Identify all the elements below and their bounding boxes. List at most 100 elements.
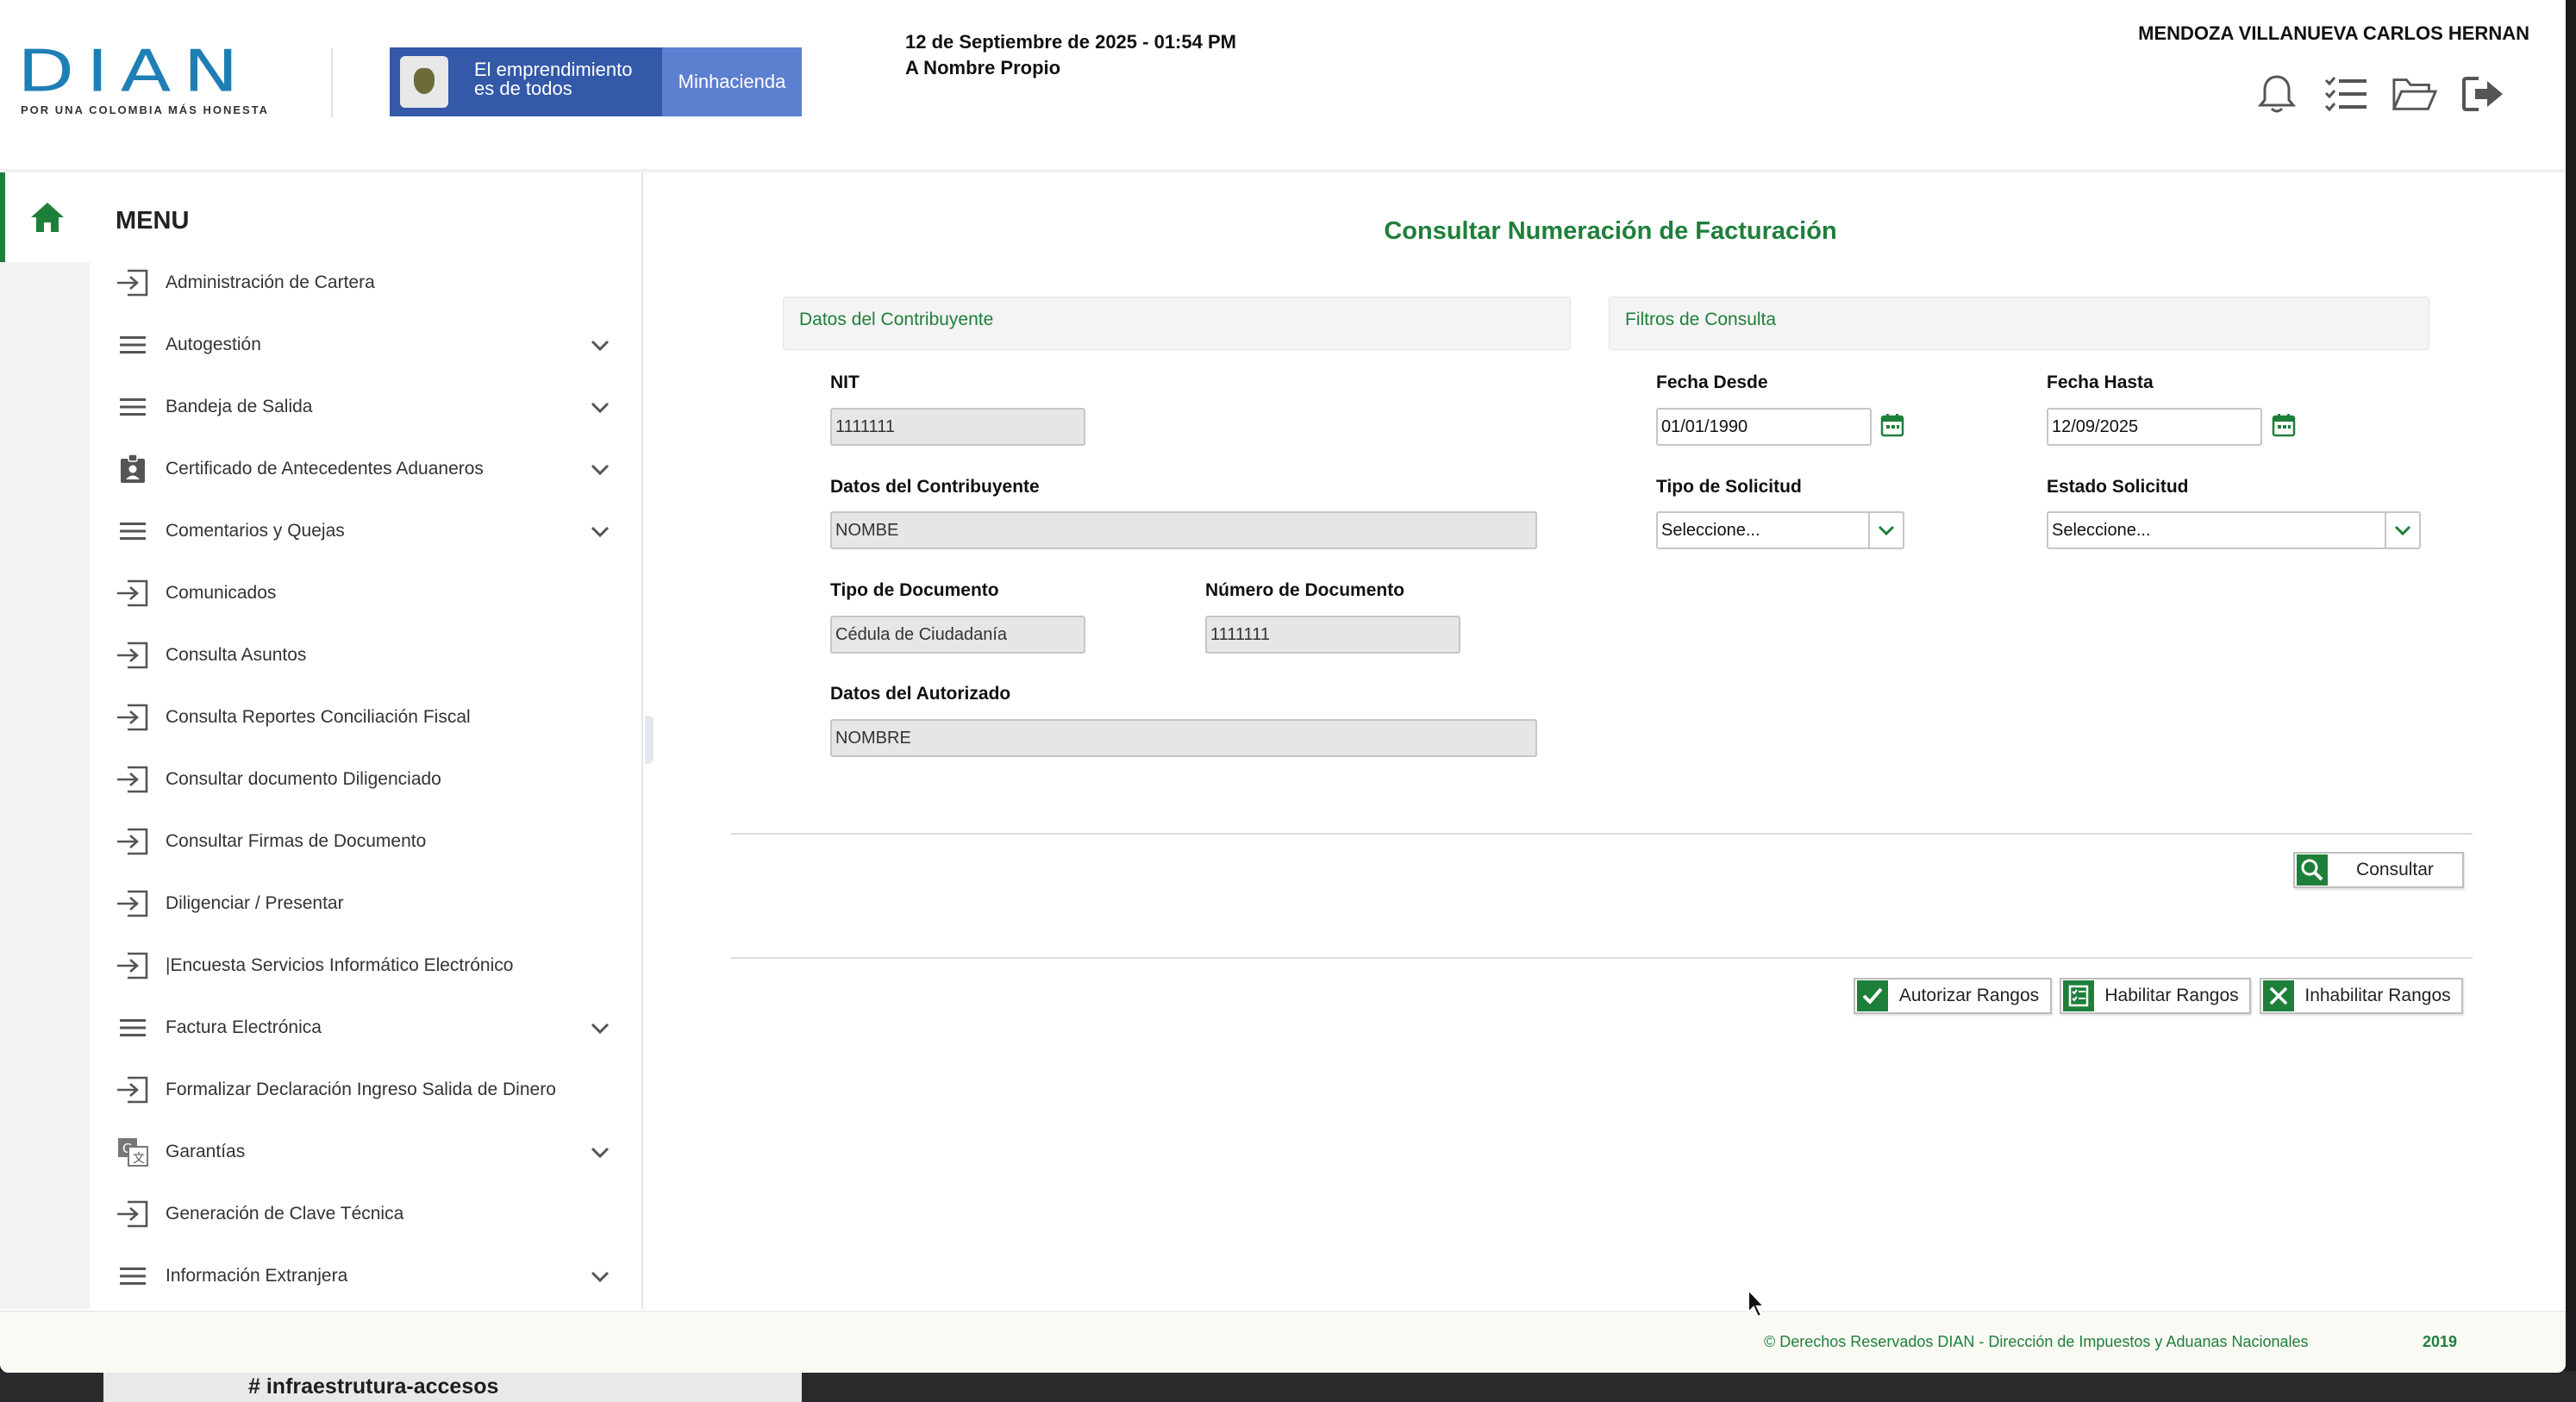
disable-ranges-button[interactable]: Inhabilitar Rangos — [2260, 978, 2463, 1014]
date-from-label: Fecha Desde — [1656, 372, 1768, 392]
chevron-down-icon[interactable] — [590, 397, 610, 417]
folder-open-icon[interactable] — [2392, 71, 2438, 117]
sidebar-item-label: Consultar Firmas de Documento — [166, 831, 427, 851]
request-type-label: Tipo de Solicitud — [1656, 477, 1802, 497]
bell-icon[interactable] — [2254, 71, 2300, 117]
hamburger-icon — [116, 1259, 150, 1293]
chevron-down-icon[interactable] — [590, 459, 610, 479]
enter-arrow-icon — [116, 886, 150, 921]
sidebar-item-label: Autogestión — [166, 335, 261, 354]
footer-copyright: © Derechos Reservados DIAN - Dirección d… — [1764, 1333, 2309, 1350]
taxpayer-field[interactable] — [830, 511, 1537, 549]
date-to-calendar-icon[interactable] — [2271, 412, 2297, 438]
sidebar-item-certificado-de-antecedentes-aduaneros[interactable]: Certificado de Antecedentes Aduaneros — [90, 438, 641, 500]
sidebar-item-label: Administración de Cartera — [166, 272, 375, 292]
sidebar-item-administracion-de-cartera[interactable]: Administración de Cartera — [90, 252, 641, 314]
dian-logo[interactable]: DIAN — [17, 38, 251, 105]
hamburger-icon — [116, 390, 150, 424]
background-app-panel: # infraestrutura-accesos — [103, 1371, 802, 1402]
enable-ranges-button[interactable]: Habilitar Rangos — [2060, 978, 2251, 1014]
sidebar-item-label: Formalizar Declaración Ingreso Salida de… — [166, 1080, 556, 1099]
sidebar-item-factura-electronica[interactable]: Factura Electrónica — [90, 997, 641, 1059]
sidebar-item-generacion-de-clave-tecnica[interactable]: Generación de Clave Técnica — [90, 1183, 641, 1245]
chevron-down-icon[interactable] — [590, 1266, 610, 1286]
sidebar-collapse-handle[interactable] — [645, 716, 653, 764]
svg-text:文: 文 — [133, 1152, 145, 1166]
chevron-down-icon[interactable] — [590, 335, 610, 355]
home-icon — [31, 203, 64, 232]
session-role: A Nombre Propio — [905, 57, 1061, 78]
enter-arrow-icon — [116, 266, 150, 300]
enter-arrow-icon — [116, 1197, 150, 1231]
sidebar-item-label: Consultar documento Diligenciado — [166, 769, 441, 789]
chevron-down-icon — [2385, 513, 2419, 548]
logo-tagline: POR UNA COLOMBIA MÁS HONESTA — [21, 103, 270, 116]
enable-ranges-label: Habilitar Rangos — [2104, 986, 2239, 1005]
sidebar-item-formalizar-declaracion-ingreso-salida-de-dinero[interactable]: Formalizar Declaración Ingreso Salida de… — [90, 1059, 641, 1121]
chevron-down-icon[interactable] — [590, 1142, 610, 1162]
sidebar-item-consultar-documento-diligenciado[interactable]: Consultar documento Diligenciado — [90, 748, 641, 811]
sidebar-item-garantias[interactable]: G 文 Garantías — [90, 1121, 641, 1183]
nit-field[interactable] — [830, 408, 1085, 446]
doc-type-field[interactable] — [830, 616, 1085, 654]
menu-list: Administración de Cartera Autogestión Band… — [90, 252, 641, 1307]
request-status-value: Seleccione... — [2052, 521, 2151, 540]
request-type-select[interactable]: Seleccione... — [1656, 511, 1904, 549]
banner-slogan-block: El emprendimiento es de todos — [390, 47, 662, 116]
logout-icon[interactable] — [2460, 71, 2507, 117]
coat-of-arms-icon — [400, 56, 448, 108]
sidebar: MENU Administración de Cartera Autogestió… — [0, 172, 643, 1309]
disable-ranges-label: Inhabilitar Rangos — [2304, 986, 2451, 1005]
section-taxpayer: Datos del Contribuyente — [783, 297, 1571, 350]
list-check-icon — [2063, 980, 2094, 1011]
doc-type-label: Tipo de Documento — [830, 580, 999, 600]
session-info: 12 de Septiembre de 2025 - 01:54 PM A No… — [905, 29, 1236, 81]
sidebar-item-encuesta-servicios-informatico-electronico[interactable]: |Encuesta Servicios Informático Electrón… — [90, 935, 641, 997]
doc-number-field[interactable] — [1205, 616, 1460, 654]
close-icon — [2263, 980, 2294, 1011]
date-from-input[interactable] — [1656, 408, 1872, 446]
taxpayer-label: Datos del Contribuyente — [830, 477, 1040, 497]
sidebar-item-label: Consulta Asuntos — [166, 645, 307, 665]
sidebar-item-consulta-asuntos[interactable]: Consulta Asuntos — [90, 624, 641, 686]
sidebar-item-label: Comentarios y Quejas — [166, 521, 345, 541]
chevron-down-icon[interactable] — [590, 521, 610, 541]
date-to-input[interactable] — [2047, 408, 2262, 446]
hamburger-icon — [116, 328, 150, 362]
divider — [731, 833, 2473, 835]
sidebar-item-diligenciar-presentar[interactable]: Diligenciar / Presentar — [90, 873, 641, 935]
sidebar-item-consultar-firmas-de-documento[interactable]: Consultar Firmas de Documento — [90, 811, 641, 873]
sidebar-item-label: Diligenciar / Presentar — [166, 893, 344, 913]
hamburger-icon — [116, 1011, 150, 1045]
sidebar-item-bandeja-de-salida[interactable]: Bandeja de Salida — [90, 376, 641, 438]
chevron-down-icon — [1868, 513, 1903, 548]
enter-arrow-icon — [116, 1073, 150, 1107]
sidebar-item-comunicados[interactable]: Comunicados — [90, 562, 641, 624]
section-taxpayer-title: Datos del Contribuyente — [799, 310, 994, 329]
query-button-label: Consultar — [2356, 860, 2434, 879]
sidebar-item-comentarios-y-quejas[interactable]: Comentarios y Quejas — [90, 500, 641, 562]
menu-title: MENU — [116, 207, 190, 235]
background-channel-text: # infraestrutura-accesos — [248, 1374, 499, 1399]
main-content: Consultar Numeración de Facturación Dato… — [655, 172, 2566, 1309]
home-button[interactable] — [0, 172, 90, 262]
request-status-label: Estado Solicitud — [2047, 477, 2189, 497]
request-status-select[interactable]: Seleccione... — [2047, 511, 2421, 549]
sidebar-item-label: Factura Electrónica — [166, 1017, 322, 1037]
government-banner: El emprendimiento es de todos Minhaciend… — [390, 47, 802, 116]
sidebar-item-autogestion[interactable]: Autogestión — [90, 314, 641, 376]
authorize-ranges-button[interactable]: Autorizar Rangos — [1854, 978, 2052, 1014]
authorized-field[interactable] — [830, 719, 1537, 757]
footer: © Derechos Reservados DIAN - Dirección d… — [0, 1311, 2566, 1373]
footer-year: 2019 — [2423, 1333, 2458, 1350]
sidebar-item-label: |Encuesta Servicios Informático Electrón… — [166, 955, 514, 975]
mouse-cursor-icon — [1748, 1288, 1766, 1318]
query-button[interactable]: Consultar — [2293, 852, 2464, 888]
hamburger-icon — [116, 514, 150, 548]
sidebar-item-consulta-reportes-conciliacion-fiscal[interactable]: Consulta Reportes Conciliación Fiscal — [90, 686, 641, 748]
enter-arrow-icon — [116, 824, 150, 859]
sidebar-item-informacion-extranjera[interactable]: Información Extranjera — [90, 1245, 641, 1307]
chevron-down-icon[interactable] — [590, 1017, 610, 1038]
checklist-icon[interactable] — [2323, 71, 2369, 117]
date-from-calendar-icon[interactable] — [1879, 412, 1905, 438]
